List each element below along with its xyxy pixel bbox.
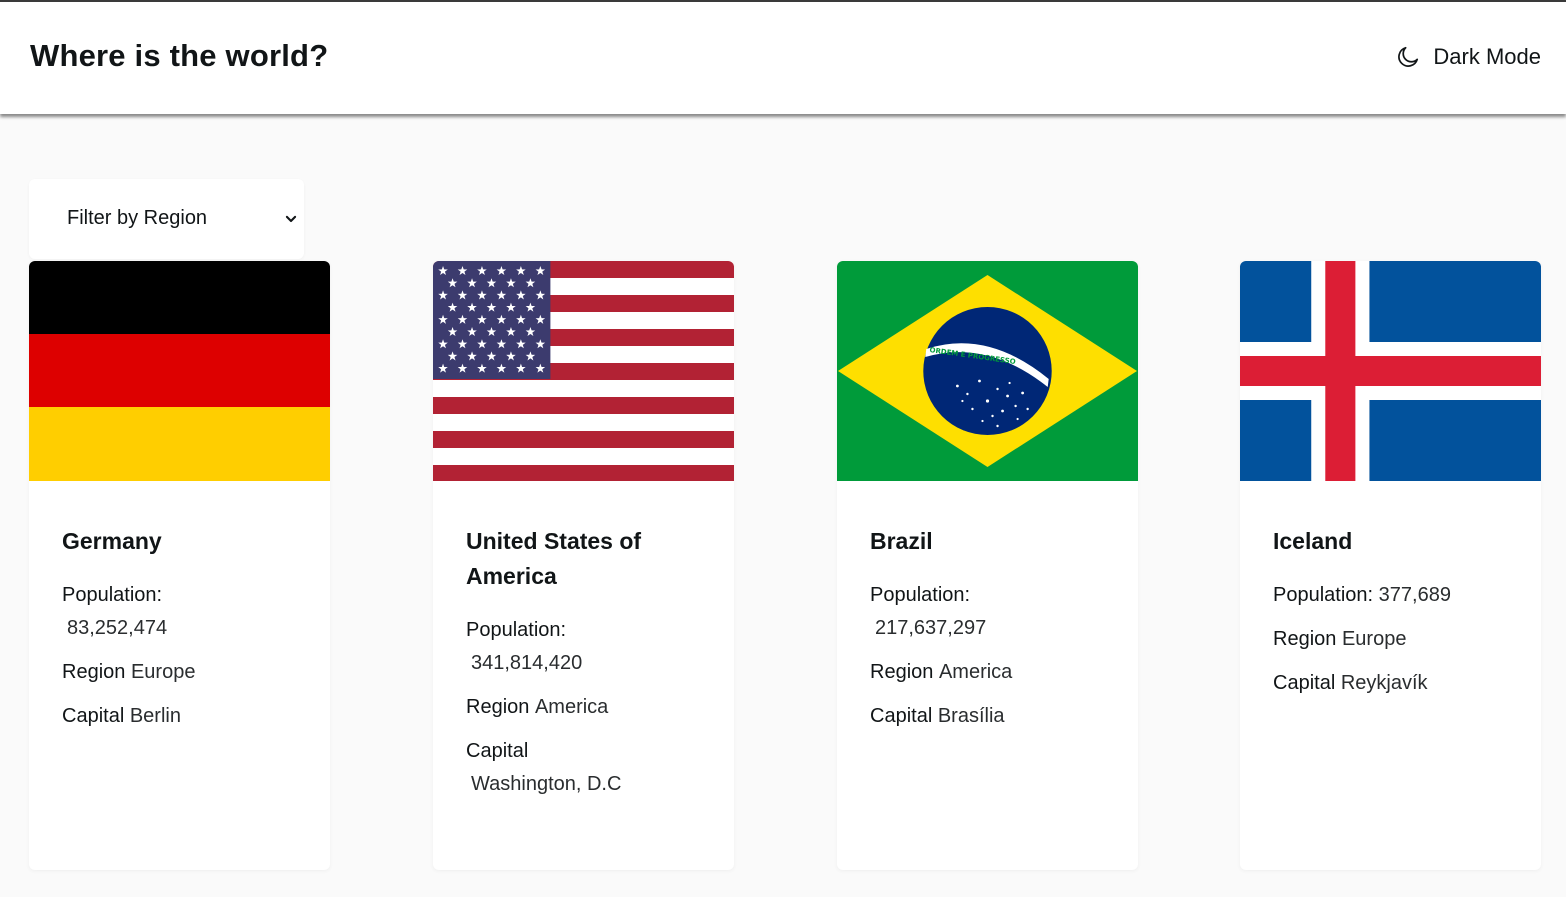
country-card-iceland[interactable]: Iceland Population: 377,689 Region Europ… [1240,261,1541,870]
brazil-flag: ORDEM E PROGRESSO [837,261,1138,481]
country-name: United States of America [466,528,642,589]
moon-icon [1398,46,1419,67]
population-label: Population: [466,619,567,641]
iceland-flag [1240,261,1541,481]
region-value: America [534,696,609,718]
population-label: Population: [870,584,971,606]
capital-value: Reykjavík [1340,672,1428,694]
region-value: America [938,661,1013,683]
region-label: Region [62,661,126,683]
region-filter-placeholder: Filter by Region [67,207,208,229]
country-name: Iceland [1273,528,1353,554]
capital-label: Capital [466,740,529,762]
country-card-brazil[interactable]: ORDEM E PROGRESSO Brazil Population: 217,… [837,261,1138,870]
capital-label: Capital [62,705,125,727]
population-value: 377,689 [1378,584,1451,606]
population-label: Population: [62,584,163,606]
app-header: Where is the world? Dark Mode [0,2,1566,114]
germany-flag [29,261,330,481]
region-label: Region [466,696,530,718]
population-label: Population: [1273,584,1374,606]
region-filter-select[interactable]: Filter by Region [29,179,304,259]
region-value: Europe [130,661,196,683]
country-name: Brazil [870,528,933,554]
country-name: Germany [62,528,162,554]
app-title: Where is the world? [30,38,329,73]
country-card-germany[interactable]: Germany Population: 83,252,474 Region Eur… [29,261,330,870]
dark-mode-toggle[interactable]: Dark Mode [1395,42,1541,72]
capital-label: Capital [870,705,933,727]
usa-flag [433,261,734,481]
capital-label: Capital [1273,672,1336,694]
chevron-down-icon [285,215,297,223]
capital-value: Brasília [937,705,1005,727]
capital-value: Washington, D.C [471,773,622,795]
region-value: Europe [1341,628,1407,650]
region-label: Region [1273,628,1337,650]
dark-mode-label: Dark Mode [1433,44,1541,69]
population-value: 83,252,474 [67,617,168,639]
region-label: Region [870,661,934,683]
capital-value: Berlin [129,705,181,727]
population-value: 341,814,420 [471,652,583,674]
population-value: 217,637,297 [875,617,987,639]
country-card-usa[interactable]: United States of America Population: 341,… [433,261,734,870]
